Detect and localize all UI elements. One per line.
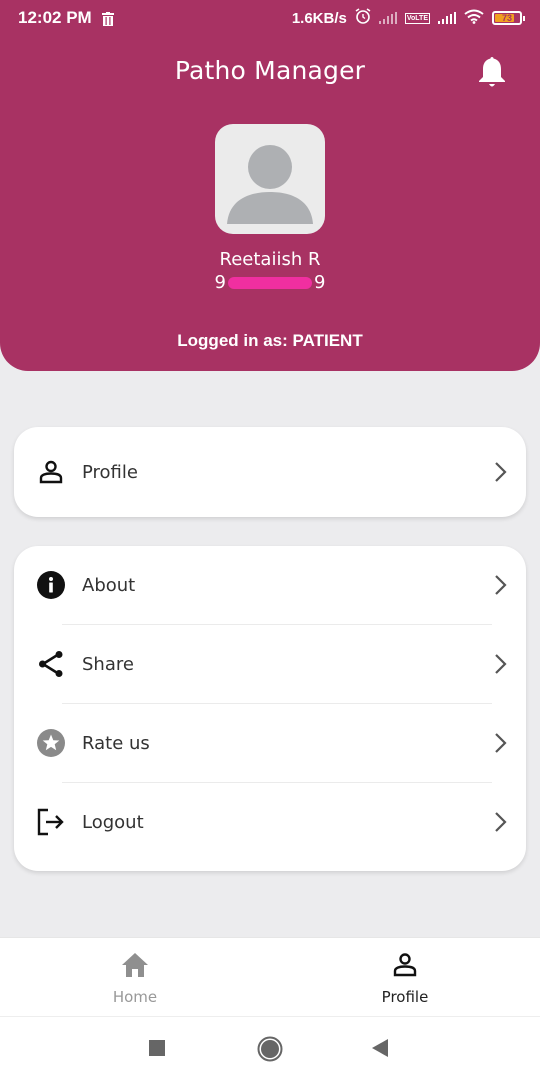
nav-tab-profile[interactable]: Profile [270, 938, 540, 1016]
profile-card: Profile [14, 427, 526, 517]
phone-redaction [228, 277, 312, 289]
signal-icon-sim1 [378, 12, 397, 24]
menu-item-logout[interactable]: Logout [14, 783, 526, 861]
chevron-right-icon [494, 732, 508, 754]
info-icon [36, 570, 66, 600]
app-title: Patho Manager [174, 56, 366, 85]
bottom-navigation: Home Profile [0, 937, 540, 1016]
nav-label: Home [112, 988, 158, 1006]
person-icon [36, 457, 66, 487]
phone-suffix: 9 [314, 272, 326, 293]
chevron-right-icon [494, 811, 508, 833]
chevron-right-icon [494, 461, 508, 483]
menu-item-about[interactable]: About [14, 546, 526, 624]
system-navigation-bar [0, 1016, 540, 1080]
back-button[interactable] [372, 1039, 388, 1061]
avatar[interactable] [215, 124, 325, 234]
battery-level: 73 [501, 13, 512, 23]
settings-card: About Share Rate us Logout [14, 546, 526, 871]
menu-label: About [82, 574, 136, 596]
nav-tab-home[interactable]: Home [0, 938, 270, 1016]
profile-header: 12:02 PM 1.6KB/s VoLTE 73 Patho Manager [0, 0, 540, 371]
menu-label: Logout [82, 811, 144, 833]
nav-label: Profile [381, 988, 429, 1006]
battery-icon: 73 [492, 11, 525, 25]
logged-in-role: Logged in as: PATIENT [177, 331, 363, 350]
logout-icon [36, 807, 66, 837]
trash-icon [101, 11, 114, 26]
status-time: 12:02 PM [18, 8, 92, 27]
phone-prefix: 9 [214, 272, 226, 293]
menu-item-profile[interactable]: Profile [14, 427, 526, 517]
recents-button[interactable] [149, 1040, 165, 1060]
user-name: Reetaiish R [219, 249, 321, 270]
menu-label: Share [82, 653, 134, 675]
menu-label: Rate us [82, 732, 150, 754]
person-icon [392, 952, 418, 982]
home-button[interactable] [257, 1036, 283, 1066]
network-speed: 1.6KB/s [291, 9, 347, 27]
volte-icon: VoLTE [404, 12, 430, 24]
wifi-icon [464, 9, 484, 28]
user-phone: 99 [0, 272, 540, 294]
menu-item-share[interactable]: Share [14, 625, 526, 703]
share-icon [36, 649, 66, 679]
menu-item-rate-us[interactable]: Rate us [14, 704, 526, 782]
notification-bell-icon[interactable] [477, 55, 507, 89]
home-icon [121, 952, 149, 982]
star-icon [36, 728, 66, 758]
chevron-right-icon [494, 574, 508, 596]
alarm-icon [355, 8, 371, 28]
signal-icon-sim2 [438, 12, 456, 24]
menu-label: Profile [82, 461, 138, 483]
chevron-right-icon [494, 653, 508, 675]
status-bar: 12:02 PM 1.6KB/s VoLTE 73 [0, 0, 540, 36]
